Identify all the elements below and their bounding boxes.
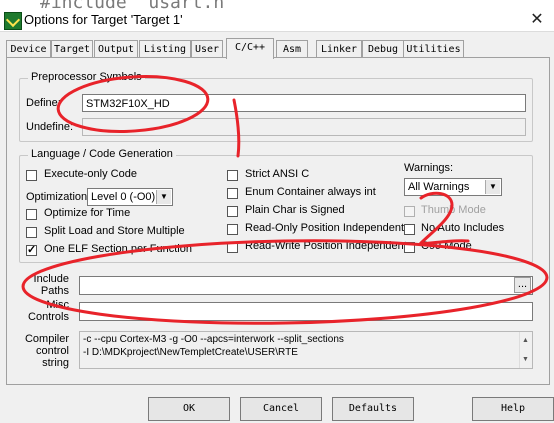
optimize-time-label: Optimize for Time bbox=[44, 207, 131, 219]
compiler-control-label-2: control bbox=[35, 345, 69, 357]
chevron-down-icon: ▼ bbox=[156, 190, 171, 204]
define-input[interactable]: STM32F10X_HD bbox=[82, 94, 526, 112]
include-paths-input[interactable] bbox=[79, 276, 533, 295]
compiler-scrollbar[interactable]: ▲ ▼ bbox=[519, 332, 532, 368]
tab-listing[interactable]: Listing bbox=[139, 40, 191, 58]
thumb-mode-label: Thumb Mode bbox=[421, 204, 486, 216]
chevron-down-icon: ▼ bbox=[485, 180, 500, 194]
thumb-mode-checkbox[interactable] bbox=[404, 206, 415, 217]
tab-asm[interactable]: Asm bbox=[276, 40, 308, 58]
window-title: Options for Target 'Target 1' bbox=[24, 12, 183, 27]
execute-only-label: Execute-only Code bbox=[44, 168, 137, 180]
preprocessor-group: Preprocessor Symbols Define: STM32F10X_H… bbox=[19, 71, 533, 142]
enum-container-label: Enum Container always int bbox=[245, 186, 376, 198]
misc-controls-label-2: Controls bbox=[28, 311, 69, 323]
misc-controls-label-1: Misc bbox=[46, 299, 69, 311]
undefine-input[interactable] bbox=[82, 118, 526, 136]
language-group-title: Language / Code Generation bbox=[28, 148, 176, 160]
c99-mode-label: C99 Mode bbox=[421, 240, 472, 252]
strict-ansi-label: Strict ANSI C bbox=[245, 168, 310, 180]
strict-ansi-checkbox[interactable] bbox=[227, 170, 238, 181]
include-paths-label-1: Include bbox=[33, 273, 69, 285]
plain-char-label: Plain Char is Signed bbox=[245, 204, 345, 216]
ropi-checkbox[interactable] bbox=[227, 224, 238, 235]
split-load-checkbox[interactable] bbox=[26, 227, 37, 238]
warnings-select[interactable]: All Warnings ▼ bbox=[404, 178, 502, 196]
ropi-label: Read-Only Position Independent bbox=[245, 222, 404, 234]
close-button[interactable]: ✕ bbox=[524, 10, 550, 30]
define-label: Define: bbox=[26, 97, 61, 109]
misc-controls-input[interactable] bbox=[79, 302, 533, 321]
no-auto-includes-checkbox[interactable] bbox=[404, 224, 415, 235]
rwpi-checkbox[interactable] bbox=[227, 242, 238, 253]
warnings-label: Warnings: bbox=[404, 162, 454, 174]
split-load-label: Split Load and Store Multiple bbox=[44, 225, 185, 237]
ok-button[interactable]: OK bbox=[148, 397, 230, 421]
tab-strip: Device Target Output Listing User C/C++ … bbox=[6, 38, 550, 59]
c99-mode-checkbox[interactable] bbox=[404, 242, 415, 253]
optimization-select[interactable]: Level 0 (-O0) ▼ bbox=[87, 188, 173, 206]
tab-output[interactable]: Output bbox=[94, 40, 138, 58]
tab-utilities[interactable]: Utilities bbox=[403, 40, 464, 58]
compiler-control-line-1: -c --cpu Cortex-M3 -g -O0 --apcs=interwo… bbox=[83, 334, 344, 345]
include-paths-label-2: Paths bbox=[40, 285, 69, 297]
keil-app-icon bbox=[4, 12, 22, 30]
plain-char-checkbox[interactable] bbox=[227, 206, 238, 217]
one-elf-checkbox[interactable] bbox=[26, 243, 37, 256]
rwpi-label: Read-Write Position Independent bbox=[245, 240, 407, 252]
undefine-label: Undefine: bbox=[26, 121, 74, 133]
tab-debug[interactable]: Debug bbox=[362, 40, 404, 58]
tab-c-cpp[interactable]: C/C++ bbox=[226, 38, 274, 59]
tab-device[interactable]: Device bbox=[6, 40, 51, 58]
compiler-control-string[interactable]: -c --cpu Cortex-M3 -g -O0 --apcs=interwo… bbox=[79, 331, 533, 369]
compiler-control-label-3: string bbox=[42, 357, 69, 369]
no-auto-includes-label: No Auto Includes bbox=[421, 222, 505, 234]
warnings-value: All Warnings bbox=[408, 181, 470, 193]
tab-user[interactable]: User bbox=[191, 40, 223, 58]
optimization-value: Level 0 (-O0) bbox=[91, 191, 156, 203]
tab-linker[interactable]: Linker bbox=[316, 40, 362, 58]
preprocessor-group-title: Preprocessor Symbols bbox=[28, 71, 145, 83]
one-elf-label: One ELF Section per Function bbox=[44, 243, 192, 255]
language-group: Language / Code Generation Execute-only … bbox=[19, 148, 533, 263]
tab-target[interactable]: Target bbox=[51, 40, 93, 58]
tab-panel-c-cpp: Preprocessor Symbols Define: STM32F10X_H… bbox=[6, 57, 550, 385]
defaults-button[interactable]: Defaults bbox=[332, 397, 414, 421]
browse-include-paths-button[interactable]: ... bbox=[514, 277, 531, 293]
optimization-label: Optimization: bbox=[26, 191, 91, 203]
scroll-up-icon: ▲ bbox=[522, 337, 529, 344]
optimize-time-checkbox[interactable] bbox=[26, 209, 37, 220]
cancel-button[interactable]: Cancel bbox=[240, 397, 322, 421]
scroll-down-icon: ▼ bbox=[522, 356, 529, 363]
enum-container-checkbox[interactable] bbox=[227, 188, 238, 199]
help-button[interactable]: Help bbox=[472, 397, 554, 421]
compiler-control-label-1: Compiler bbox=[24, 333, 69, 345]
execute-only-checkbox[interactable] bbox=[26, 170, 37, 181]
compiler-control-line-2: -I D:\MDKproject\NewTempletCreate\USER\R… bbox=[83, 347, 298, 358]
title-bar: Options for Target 'Target 1' ✕ bbox=[0, 9, 554, 32]
